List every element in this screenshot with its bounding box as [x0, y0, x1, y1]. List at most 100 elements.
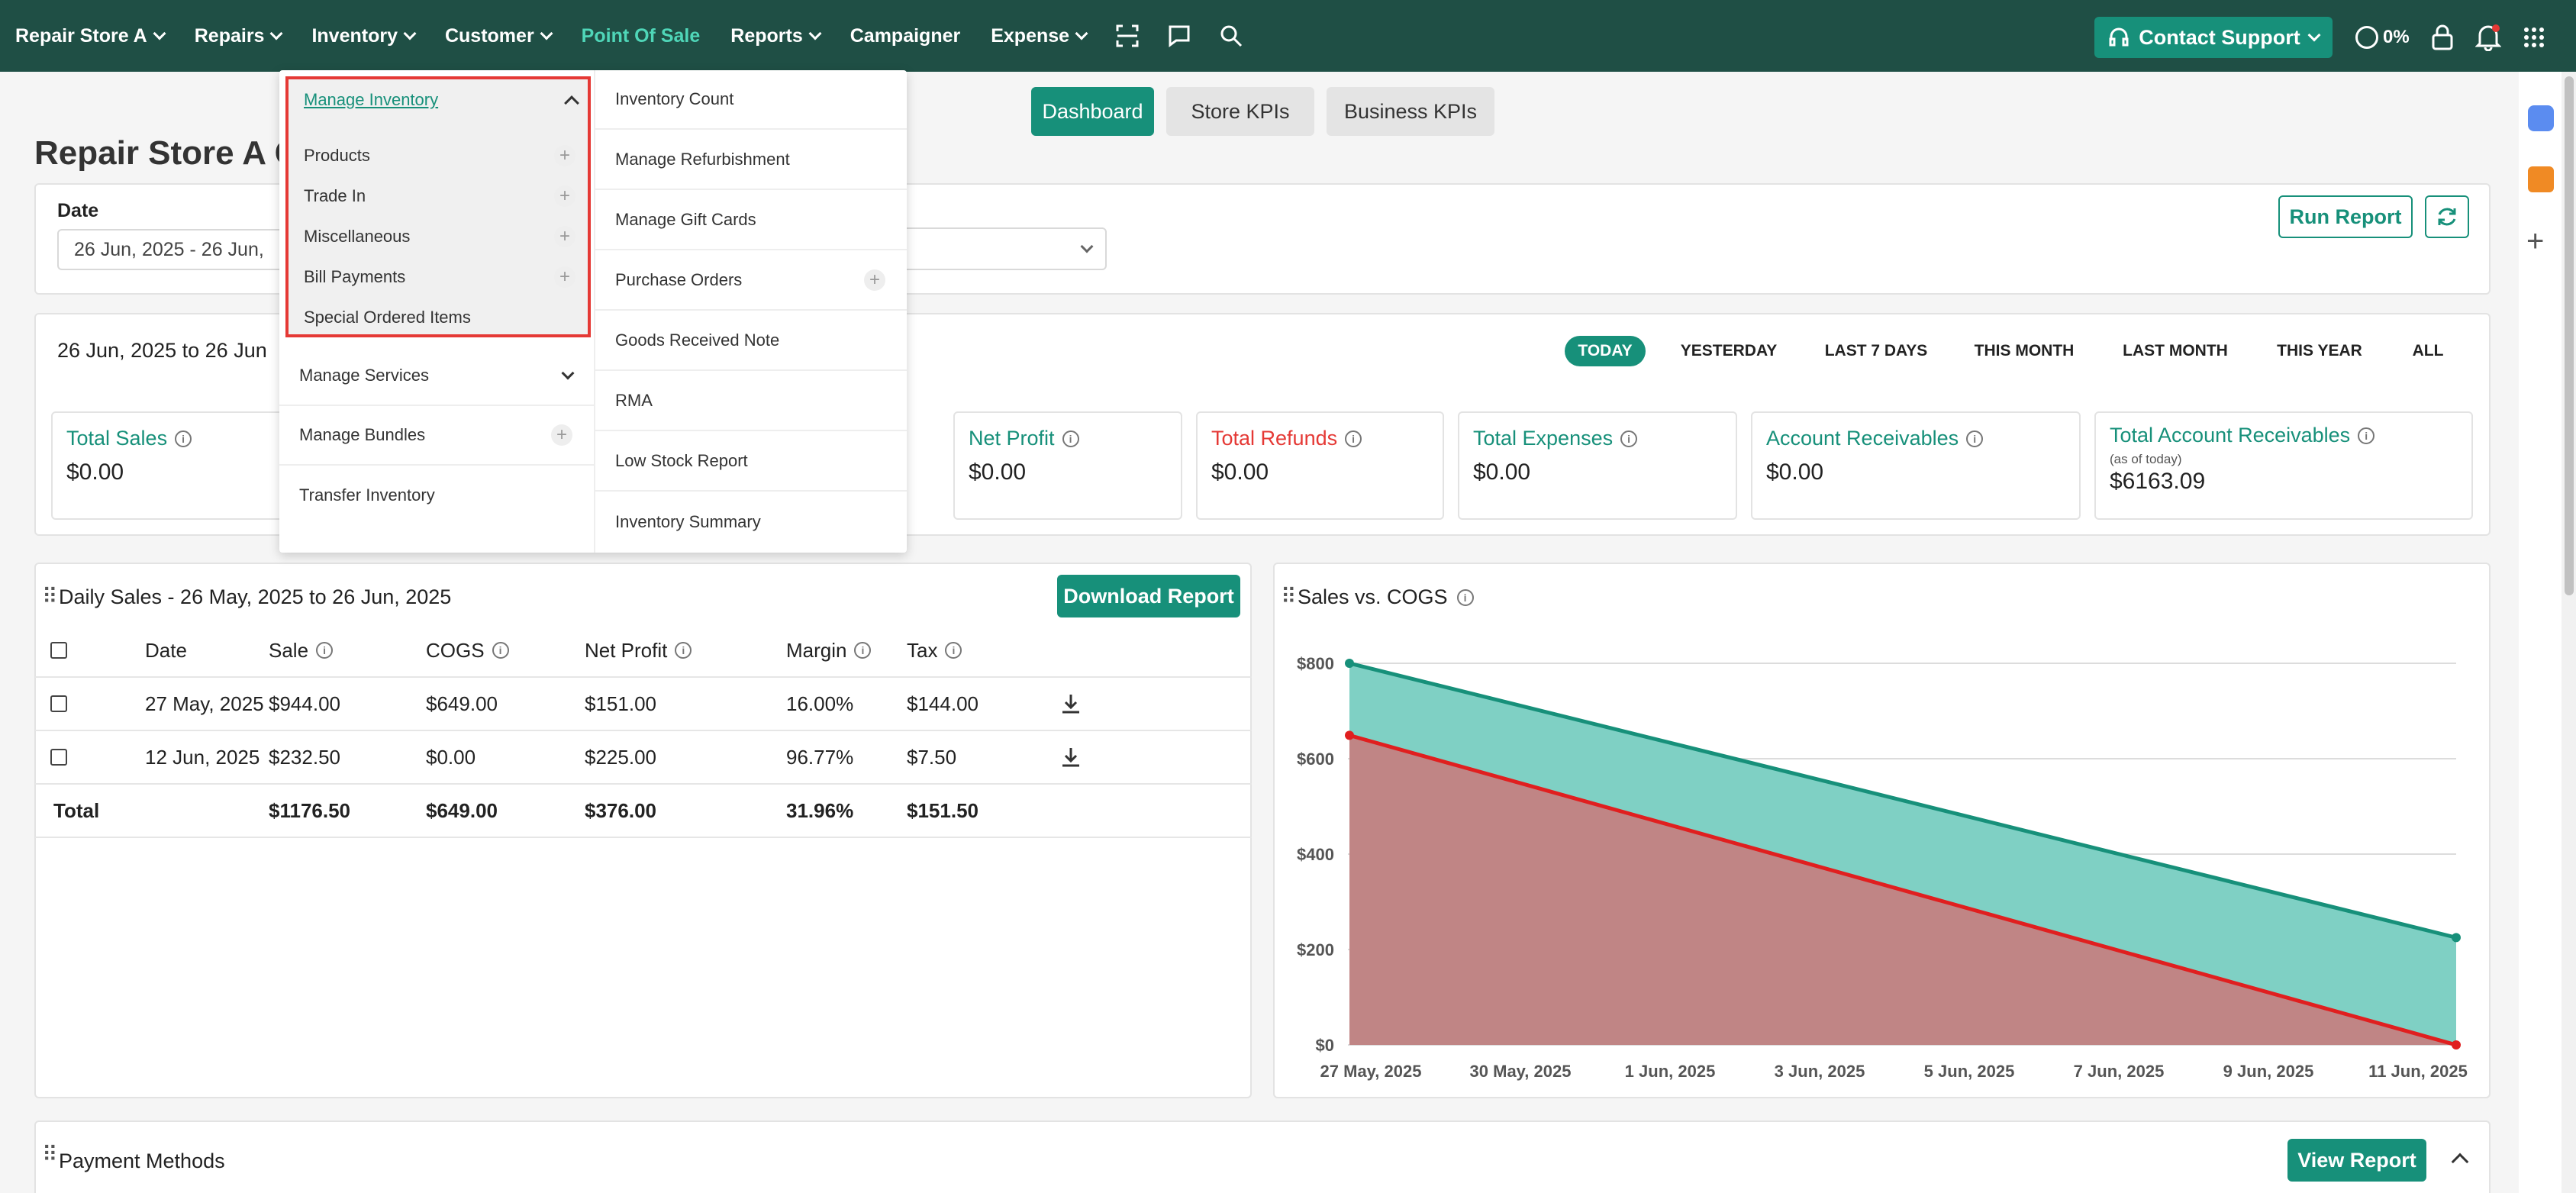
menu-item-rma[interactable]: RMA [595, 372, 907, 431]
date-range-field[interactable]: 26 Jun, 2025 - 26 Jun, [57, 229, 301, 270]
run-report-button[interactable]: Run Report [2278, 195, 2413, 238]
menu-item-manage-gift-cards[interactable]: Manage Gift Cards [595, 191, 907, 250]
nav-inventory[interactable]: Inventory [296, 25, 430, 47]
scan-icon[interactable] [1112, 21, 1143, 51]
menu-item-products[interactable]: Products + [289, 136, 588, 176]
range-yesterday[interactable]: YESTERDAY [1672, 336, 1786, 366]
menu-item-label: Low Stock Report [615, 451, 748, 470]
drag-handle-icon[interactable]: ⠿ [42, 584, 58, 609]
plus-icon[interactable]: + [554, 266, 575, 288]
range-this-year[interactable]: THIS YEAR [2264, 336, 2375, 366]
menu-item-goods-received-note[interactable]: Goods Received Note [595, 311, 907, 371]
info-icon[interactable]: i [316, 642, 334, 659]
nav-customer[interactable]: Customer [430, 25, 566, 47]
contact-support-button[interactable]: Contact Support [2094, 17, 2333, 58]
tab-business-kpis-label: Business KPIs [1343, 99, 1478, 123]
nav-pos-label: Point Of Sale [581, 24, 701, 47]
table-row: 12 Jun, 2025 $232.50 $0.00 $225.00 96.77… [35, 731, 1252, 785]
add-icon[interactable]: + [2526, 224, 2544, 259]
sales-cogs-chart: $0 $200 $400 $600 $800 27 May, 2025 30 May, 20… [1297, 654, 2468, 1081]
kpi-label: Total Account Receivables [2110, 424, 2351, 447]
notes-icon[interactable] [2528, 166, 2554, 192]
kpi-value: $0.00 [969, 459, 1027, 485]
header-date: Date [145, 638, 187, 662]
extension-icon[interactable] [2528, 105, 2554, 131]
menu-item-inventory-count[interactable]: Inventory Count [595, 70, 907, 130]
refresh-button[interactable] [2425, 195, 2469, 238]
menu-item-manage-refurbishment[interactable]: Manage Refurbishment [595, 131, 907, 190]
info-icon[interactable]: i [1345, 430, 1362, 447]
tab-dashboard[interactable]: Dashboard [1031, 87, 1154, 136]
menu-item-trade-in[interactable]: Trade In + [289, 176, 588, 216]
kpi-net-profit: Net Profit i $0.00 [953, 411, 1182, 520]
menu-item-label: Miscellaneous [304, 227, 411, 246]
menu-item-low-stock-report[interactable]: Low Stock Report [595, 432, 907, 492]
chat-icon[interactable] [1164, 21, 1195, 51]
scrollbar-thumb[interactable] [2565, 76, 2574, 595]
download-report-button[interactable]: Download Report [1057, 575, 1240, 617]
menu-item-label: Manage Bundles [299, 425, 426, 444]
y-tick-label: $200 [1297, 940, 1334, 959]
menu-item-bill-payments[interactable]: Bill Payments + [289, 257, 588, 297]
cell-tax: $7.50 [907, 745, 957, 769]
plus-icon[interactable]: + [554, 185, 575, 207]
progress-indicator[interactable]: 0% [2355, 26, 2410, 49]
menu-item-manage-bundles[interactable]: Manage Bundles + [279, 406, 594, 466]
tab-store-kpis[interactable]: Store KPIs [1166, 87, 1314, 136]
range-this-month[interactable]: THIS MONTH [1962, 336, 2087, 366]
info-icon[interactable]: i [492, 642, 509, 659]
search-icon[interactable] [1216, 21, 1246, 51]
info-icon[interactable]: i [854, 642, 872, 659]
menu-item-special-ordered-items[interactable]: Special Ordered Items [289, 298, 588, 337]
chevron-down-icon [403, 27, 417, 40]
nav-reports[interactable]: Reports [715, 25, 834, 47]
menu-item-label: Inventory Count [615, 89, 734, 108]
nav-reports-label: Reports [730, 24, 803, 47]
drag-handle-icon[interactable]: ⠿ [42, 1142, 58, 1167]
nav-store[interactable]: Repair Store A [0, 25, 179, 47]
info-icon[interactable]: i [1966, 430, 1984, 447]
info-icon[interactable]: i [1062, 430, 1079, 447]
plus-icon[interactable]: + [864, 269, 885, 291]
menu-item-inventory-summary[interactable]: Inventory Summary [595, 492, 907, 552]
download-icon[interactable] [1059, 746, 1082, 769]
bell-icon[interactable] [2474, 24, 2501, 51]
info-icon[interactable]: i [675, 642, 692, 659]
range-last-7-days[interactable]: LAST 7 DAYS [1815, 336, 1937, 366]
menu-item-miscellaneous[interactable]: Miscellaneous + [289, 217, 588, 256]
info-icon[interactable]: i [1620, 430, 1638, 447]
menu-item-transfer-inventory[interactable]: Transfer Inventory [279, 466, 594, 525]
range-all[interactable]: ALL [2401, 336, 2455, 366]
menu-item-label: Goods Received Note [615, 330, 780, 350]
menu-item-manage-services[interactable]: Manage Services [279, 347, 594, 406]
table-total-row: Total $1176.50 $649.00 $376.00 31.96% $1… [35, 785, 1252, 838]
plus-icon[interactable]: + [551, 424, 572, 446]
nav-repairs[interactable]: Repairs [179, 25, 297, 47]
apps-grid-icon[interactable] [2523, 26, 2545, 49]
kpi-sub: (as of today) [2110, 452, 2182, 466]
menu-item-purchase-orders[interactable]: Purchase Orders + [595, 251, 907, 311]
menu-item-label: Manage Services [299, 366, 429, 385]
chevron-up-icon[interactable] [564, 95, 579, 111]
plus-icon[interactable]: + [554, 226, 575, 247]
info-icon[interactable]: i [175, 430, 192, 447]
nav-point-of-sale[interactable]: Point Of Sale [566, 25, 716, 47]
info-icon[interactable]: i [945, 642, 962, 659]
nav-expense[interactable]: Expense [975, 25, 1101, 47]
data-point [2452, 933, 2461, 943]
data-point [2452, 1040, 2461, 1050]
employee-select[interactable] [885, 227, 1107, 270]
download-icon[interactable] [1059, 692, 1082, 715]
lock-icon[interactable] [2431, 24, 2454, 50]
range-today[interactable]: TODAY [1565, 336, 1646, 366]
chevron-up-icon[interactable] [2451, 1153, 2469, 1171]
manage-inventory-link[interactable]: Manage Inventory [304, 90, 438, 110]
info-icon[interactable]: i [2358, 427, 2375, 444]
plus-icon[interactable]: + [554, 145, 575, 166]
progress-ring-icon [2355, 26, 2378, 49]
tab-business-kpis[interactable]: Business KPIs [1327, 87, 1494, 136]
view-report-button[interactable]: View Report [2287, 1139, 2426, 1182]
nav-campaigner[interactable]: Campaigner [835, 25, 975, 47]
date-label: Date [57, 200, 99, 221]
range-last-month[interactable]: LAST MONTH [2113, 336, 2238, 366]
